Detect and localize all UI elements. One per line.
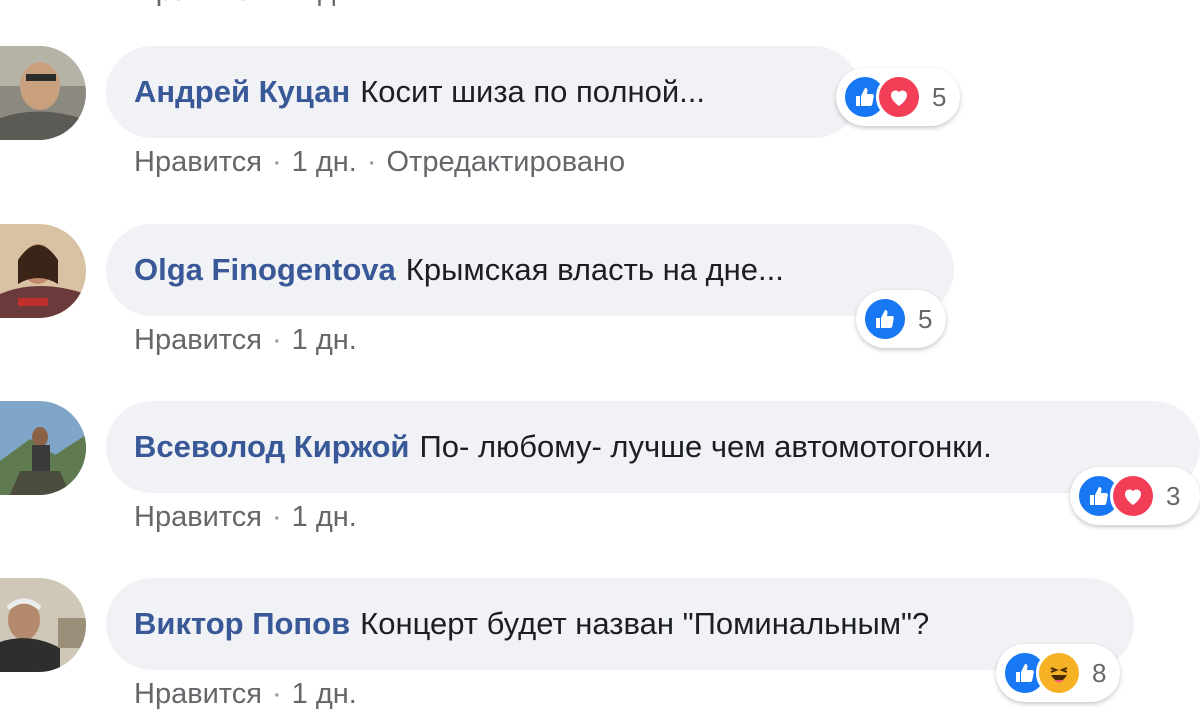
reaction-summary[interactable]: 5 bbox=[836, 68, 961, 126]
avatar[interactable] bbox=[0, 46, 86, 140]
separator-dot: · bbox=[271, 678, 282, 710]
separator-dot: · bbox=[366, 146, 377, 178]
comment-bubble: Виктор Попов Концерт будет назван "Помин… bbox=[106, 578, 1134, 670]
like-link[interactable]: Нравится bbox=[134, 678, 262, 711]
comment-author[interactable]: Всеволод Киржой bbox=[134, 429, 410, 465]
separator-dot: · bbox=[271, 501, 282, 533]
avatar-image bbox=[0, 224, 86, 318]
reaction-count: 5 bbox=[918, 303, 933, 334]
comment-author[interactable]: Olga Finogentova bbox=[134, 252, 396, 288]
separator-dot: · bbox=[271, 146, 282, 178]
reaction-summary[interactable]: 3 bbox=[1070, 467, 1200, 525]
comment-item: Андрей Куцан Косит шиза по полной... 5 Н… bbox=[0, 46, 1200, 216]
like-link[interactable]: Нравится bbox=[134, 324, 262, 357]
comment-time[interactable]: 1 дн. bbox=[292, 146, 357, 179]
comment-text: По- любому- лучше чем автомотогонки. bbox=[419, 429, 992, 464]
comment-text: Крымская власть на дне... bbox=[405, 252, 784, 287]
like-link[interactable]: Нравится bbox=[134, 501, 262, 534]
like-link[interactable]: Нравится bbox=[134, 146, 262, 179]
comment-time[interactable]: 1 дн. bbox=[292, 678, 357, 711]
comment-time[interactable]: 1 дн. bbox=[292, 324, 357, 357]
reaction-count: 5 bbox=[932, 81, 947, 112]
separator-dot: · bbox=[271, 324, 282, 356]
love-icon bbox=[876, 74, 922, 120]
comment-author[interactable]: Андрей Куцан bbox=[134, 74, 350, 110]
comment-meta: Нравится · 1 дн. bbox=[134, 678, 357, 711]
avatar[interactable] bbox=[0, 401, 86, 495]
comment-item: Всеволод Киржой По- любому- лучше чем ав… bbox=[0, 401, 1200, 571]
comment-meta: Нравится · 1 дн. bbox=[134, 501, 357, 534]
edited-label[interactable]: Отредактировано bbox=[387, 146, 626, 179]
previous-comment-meta: Нравится · 1 дн. bbox=[134, 0, 360, 8]
comment-meta: Нравится · 1 дн. · Отредактировано bbox=[134, 146, 625, 179]
comment-text: Косит шиза по полной... bbox=[360, 74, 705, 109]
comment-bubble: Андрей Куцан Косит шиза по полной... bbox=[106, 46, 860, 138]
avatar-image bbox=[0, 401, 86, 495]
love-icon bbox=[1110, 473, 1156, 519]
comment-item: Виктор Попов Концерт будет назван "Помин… bbox=[0, 578, 1200, 728]
avatar[interactable] bbox=[0, 224, 86, 318]
comment-time[interactable]: 1 дн. bbox=[292, 501, 357, 534]
comments-feed: Нравится · 1 дн. Андрей Куцан Косит шиза… bbox=[0, 0, 1200, 728]
comment-text: Концерт будет назван "Поминальным"? bbox=[360, 606, 930, 641]
reaction-count: 8 bbox=[1092, 657, 1107, 688]
comment-meta: Нравится · 1 дн. bbox=[134, 324, 357, 357]
comment-bubble: Всеволод Киржой По- любому- лучше чем ав… bbox=[106, 401, 1200, 493]
reaction-count: 3 bbox=[1166, 480, 1181, 511]
comment-bubble: Olga Finogentova Крымская власть на дне.… bbox=[106, 224, 954, 316]
avatar-image bbox=[0, 46, 86, 140]
avatar-image bbox=[0, 578, 86, 672]
like-icon bbox=[862, 296, 908, 342]
reaction-summary[interactable]: 5 bbox=[856, 290, 947, 348]
haha-icon bbox=[1036, 650, 1082, 696]
comment-author[interactable]: Виктор Попов bbox=[134, 606, 350, 642]
reaction-summary[interactable]: 8 bbox=[996, 644, 1121, 702]
comment-item: Olga Finogentova Крымская власть на дне.… bbox=[0, 224, 1200, 394]
avatar[interactable] bbox=[0, 578, 86, 672]
